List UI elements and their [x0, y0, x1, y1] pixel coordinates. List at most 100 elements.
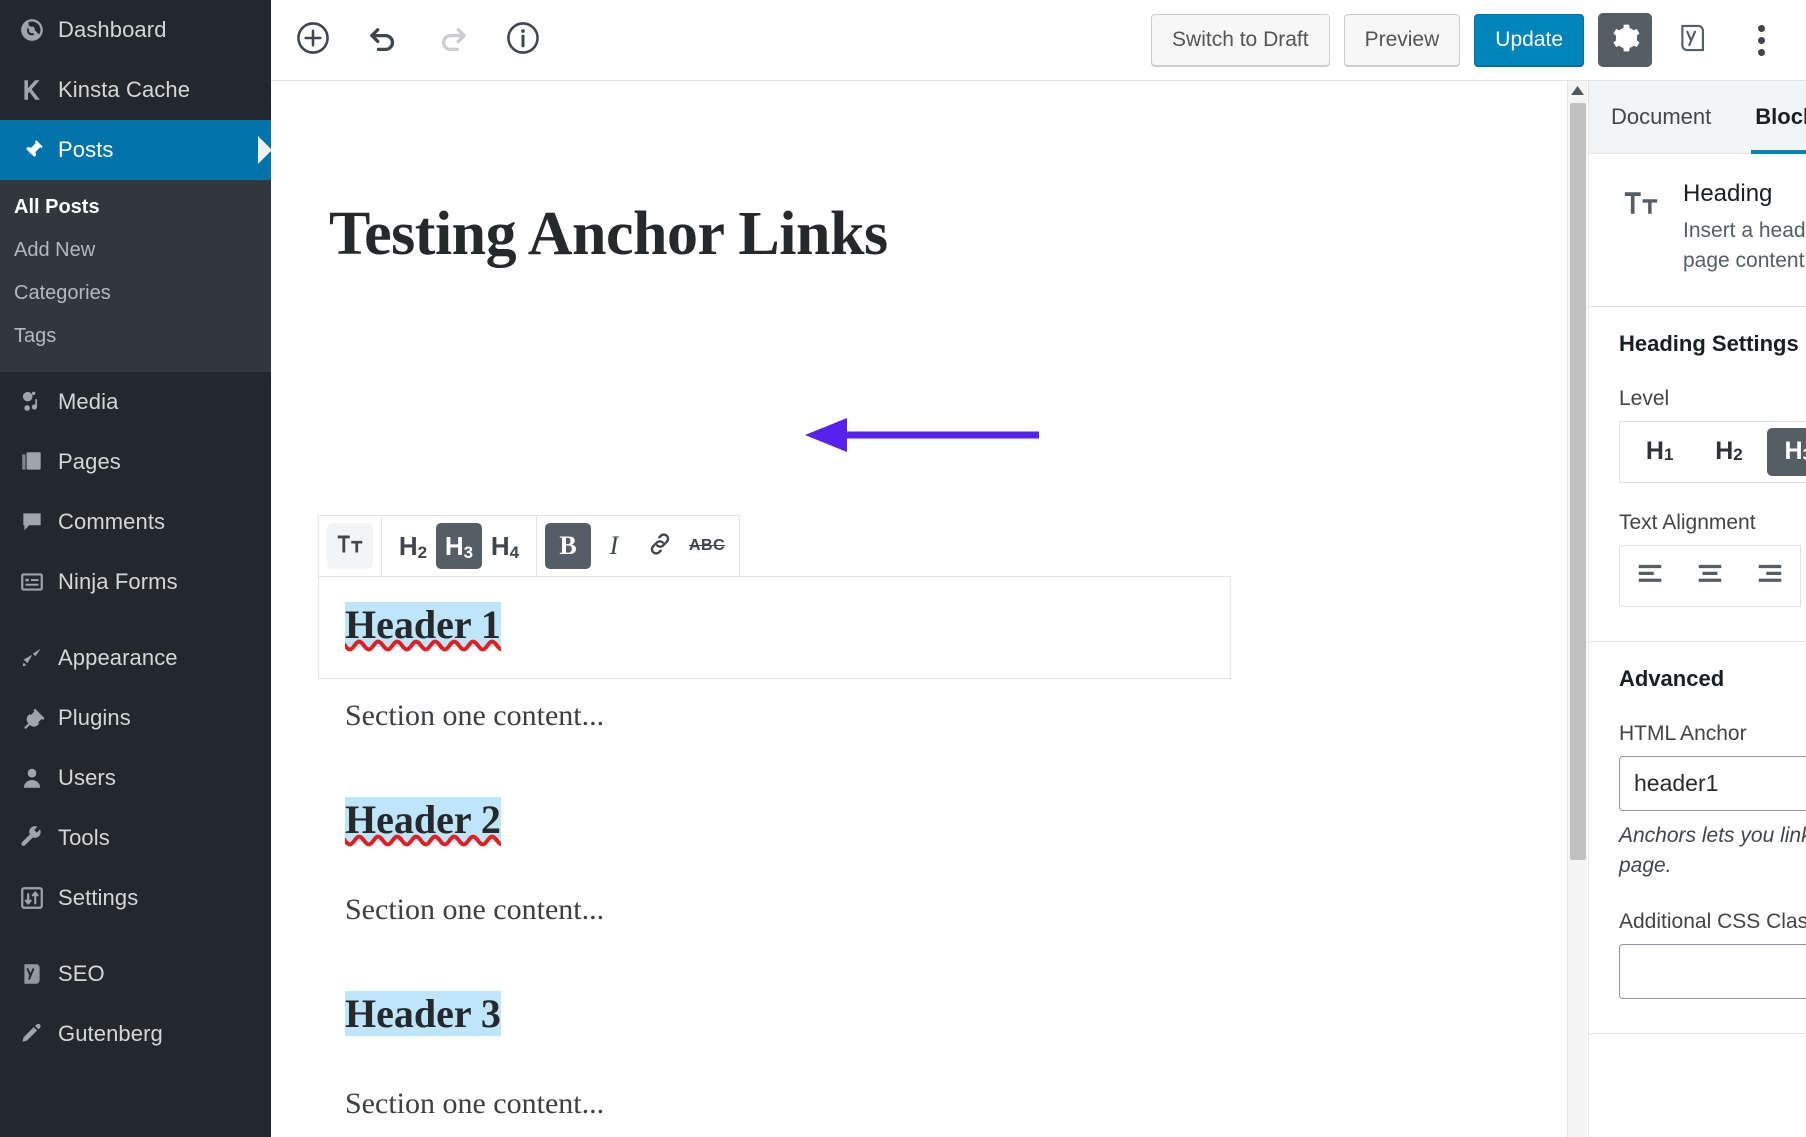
dashboard-icon: [6, 17, 58, 43]
advanced-panel: Advanced HTML Anchor Anchors lets you li…: [1589, 642, 1806, 1034]
html-anchor-label: HTML Anchor: [1619, 722, 1806, 746]
post-title[interactable]: Testing Anchor Links: [329, 199, 1567, 270]
sidebar-item-label: SEO: [58, 961, 105, 987]
toolbar-group-transform: [319, 516, 382, 576]
undo-icon: [365, 20, 401, 61]
link-icon: [646, 530, 674, 563]
sidebar-item-dashboard[interactable]: Dashboard: [0, 0, 271, 60]
undo-button[interactable]: [359, 16, 407, 64]
sidebar-item-users[interactable]: Users: [0, 748, 271, 808]
block-type-switcher-button[interactable]: [327, 523, 373, 569]
align-left-icon: [1635, 558, 1665, 593]
align-left-button[interactable]: [1620, 546, 1680, 606]
align-right-button[interactable]: [1740, 546, 1800, 606]
toolbar-strikethrough-button[interactable]: ABC: [683, 523, 731, 569]
sidebar-item-gutenberg[interactable]: Gutenberg: [0, 1004, 271, 1064]
sidebar-item-seo[interactable]: SEO: [0, 944, 271, 1004]
sidebar-item-media[interactable]: Media: [0, 372, 271, 432]
sidebar-item-pages[interactable]: Pages: [0, 432, 271, 492]
add-block-button[interactable]: [289, 16, 337, 64]
yoast-seo-button[interactable]: [1666, 13, 1720, 67]
heading-tt-icon: [1619, 180, 1663, 276]
sidebar-item-posts[interactable]: Posts: [0, 120, 271, 180]
toolbar-group-heading-levels: H2 H3 H4: [382, 516, 537, 576]
toolbar-bold-button[interactable]: B: [545, 523, 591, 569]
sidebar-item-settings[interactable]: Settings: [0, 868, 271, 928]
sidebar-item-comments[interactable]: Comments: [0, 492, 271, 552]
sidebar-item-appearance[interactable]: Appearance: [0, 628, 271, 688]
sidebar-item-kinsta-cache[interactable]: Kinsta Cache: [0, 60, 271, 120]
align-center-icon: [1695, 558, 1725, 593]
html-anchor-input[interactable]: [1619, 756, 1806, 811]
pin-icon: [6, 137, 58, 163]
block-paragraph-2[interactable]: Section one content...: [345, 893, 604, 927]
update-button[interactable]: Update: [1474, 14, 1584, 66]
block-paragraph-3[interactable]: Section one content...: [345, 1087, 604, 1121]
pages-icon: [6, 449, 58, 475]
heading-settings-panel-header[interactable]: Heading Settings: [1619, 307, 1806, 381]
heading-level-h2[interactable]: H2: [1697, 428, 1760, 476]
submenu-item-categories[interactable]: Categories: [0, 272, 271, 315]
preview-button[interactable]: Preview: [1344, 14, 1461, 66]
scroll-up-arrow-icon[interactable]: [1568, 81, 1587, 100]
settings-toggle-button[interactable]: [1598, 13, 1652, 67]
submenu-item-tags[interactable]: Tags: [0, 315, 271, 358]
sidebar-item-label: Dashboard: [58, 17, 167, 43]
sidebar-item-label: Appearance: [58, 645, 178, 671]
switch-to-draft-button[interactable]: Switch to Draft: [1151, 14, 1330, 66]
sidebar-item-label: Ninja Forms: [58, 569, 178, 595]
kebab-menu-icon: [1758, 25, 1765, 56]
toolbar-heading-h3[interactable]: H3: [436, 523, 482, 569]
editor-top-bar: Switch to Draft Preview Update: [271, 0, 1806, 81]
plus-circle-icon: [294, 19, 332, 62]
sidebar-item-plugins[interactable]: Plugins: [0, 688, 271, 748]
comments-icon: [6, 509, 58, 535]
sidebar-divider: [0, 612, 271, 628]
media-icon: [6, 389, 58, 415]
redo-icon: [435, 20, 471, 61]
submenu-item-add-new[interactable]: Add New: [0, 229, 271, 272]
text-alignment-button-group: [1619, 545, 1801, 607]
canvas-scrollbar[interactable]: [1567, 81, 1587, 1137]
align-center-button[interactable]: [1680, 546, 1740, 606]
block-info-title: Heading: [1683, 180, 1806, 208]
block-heading-1[interactable]: Header 1: [345, 601, 501, 648]
sliders-icon: [6, 885, 58, 911]
block-heading-3[interactable]: Header 3: [345, 990, 501, 1037]
gear-icon: [1609, 22, 1641, 59]
tab-block[interactable]: Block: [1733, 81, 1806, 153]
scrollbar-thumb[interactable]: [1570, 103, 1586, 860]
toolbar-heading-h2[interactable]: H2: [390, 523, 436, 569]
plug-icon: [6, 705, 58, 731]
kinsta-k-icon: [6, 77, 58, 103]
toolbar-heading-h4[interactable]: H4: [482, 523, 528, 569]
submenu-item-all-posts[interactable]: All Posts: [0, 186, 271, 229]
additional-css-class-input[interactable]: [1619, 944, 1806, 999]
brush-icon: [6, 645, 58, 671]
toolbar-link-button[interactable]: [637, 523, 683, 569]
editor-canvas: Testing Anchor Links: [271, 199, 1567, 270]
heading-level-h3[interactable]: H3: [1767, 428, 1806, 476]
editor-region: Switch to Draft Preview Update: [271, 0, 1806, 1137]
heading-level-button-group: H1 H2 H3 H4 H5 H6: [1619, 421, 1806, 483]
sidebar-item-tools[interactable]: Tools: [0, 808, 271, 868]
more-options-button[interactable]: [1734, 13, 1788, 67]
content-info-button[interactable]: [499, 16, 547, 64]
user-icon: [6, 765, 58, 791]
tab-document[interactable]: Document: [1589, 81, 1733, 153]
sidebar-item-label: Comments: [58, 509, 165, 535]
sidebar-item-label: Settings: [58, 885, 138, 911]
block-format-toolbar: H2 H3 H4 B I: [318, 515, 740, 577]
heading-level-h1[interactable]: H1: [1628, 428, 1691, 476]
posts-submenu: All Posts Add New Categories Tags: [0, 180, 271, 372]
toolbar-italic-button[interactable]: I: [591, 523, 637, 569]
sidebar-divider-2: [0, 928, 271, 944]
sidebar-item-label: Kinsta Cache: [58, 77, 190, 103]
editor-canvas-scroll-region: Testing Anchor Links: [271, 81, 1567, 1137]
sidebar-item-ninja-forms[interactable]: Ninja Forms: [0, 552, 271, 612]
heading-settings-title: Heading Settings: [1619, 331, 1799, 357]
redo-button[interactable]: [429, 16, 477, 64]
block-paragraph-1[interactable]: Section one content...: [345, 699, 604, 733]
block-heading-2[interactable]: Header 2: [345, 796, 501, 843]
advanced-panel-header[interactable]: Advanced: [1619, 642, 1806, 716]
